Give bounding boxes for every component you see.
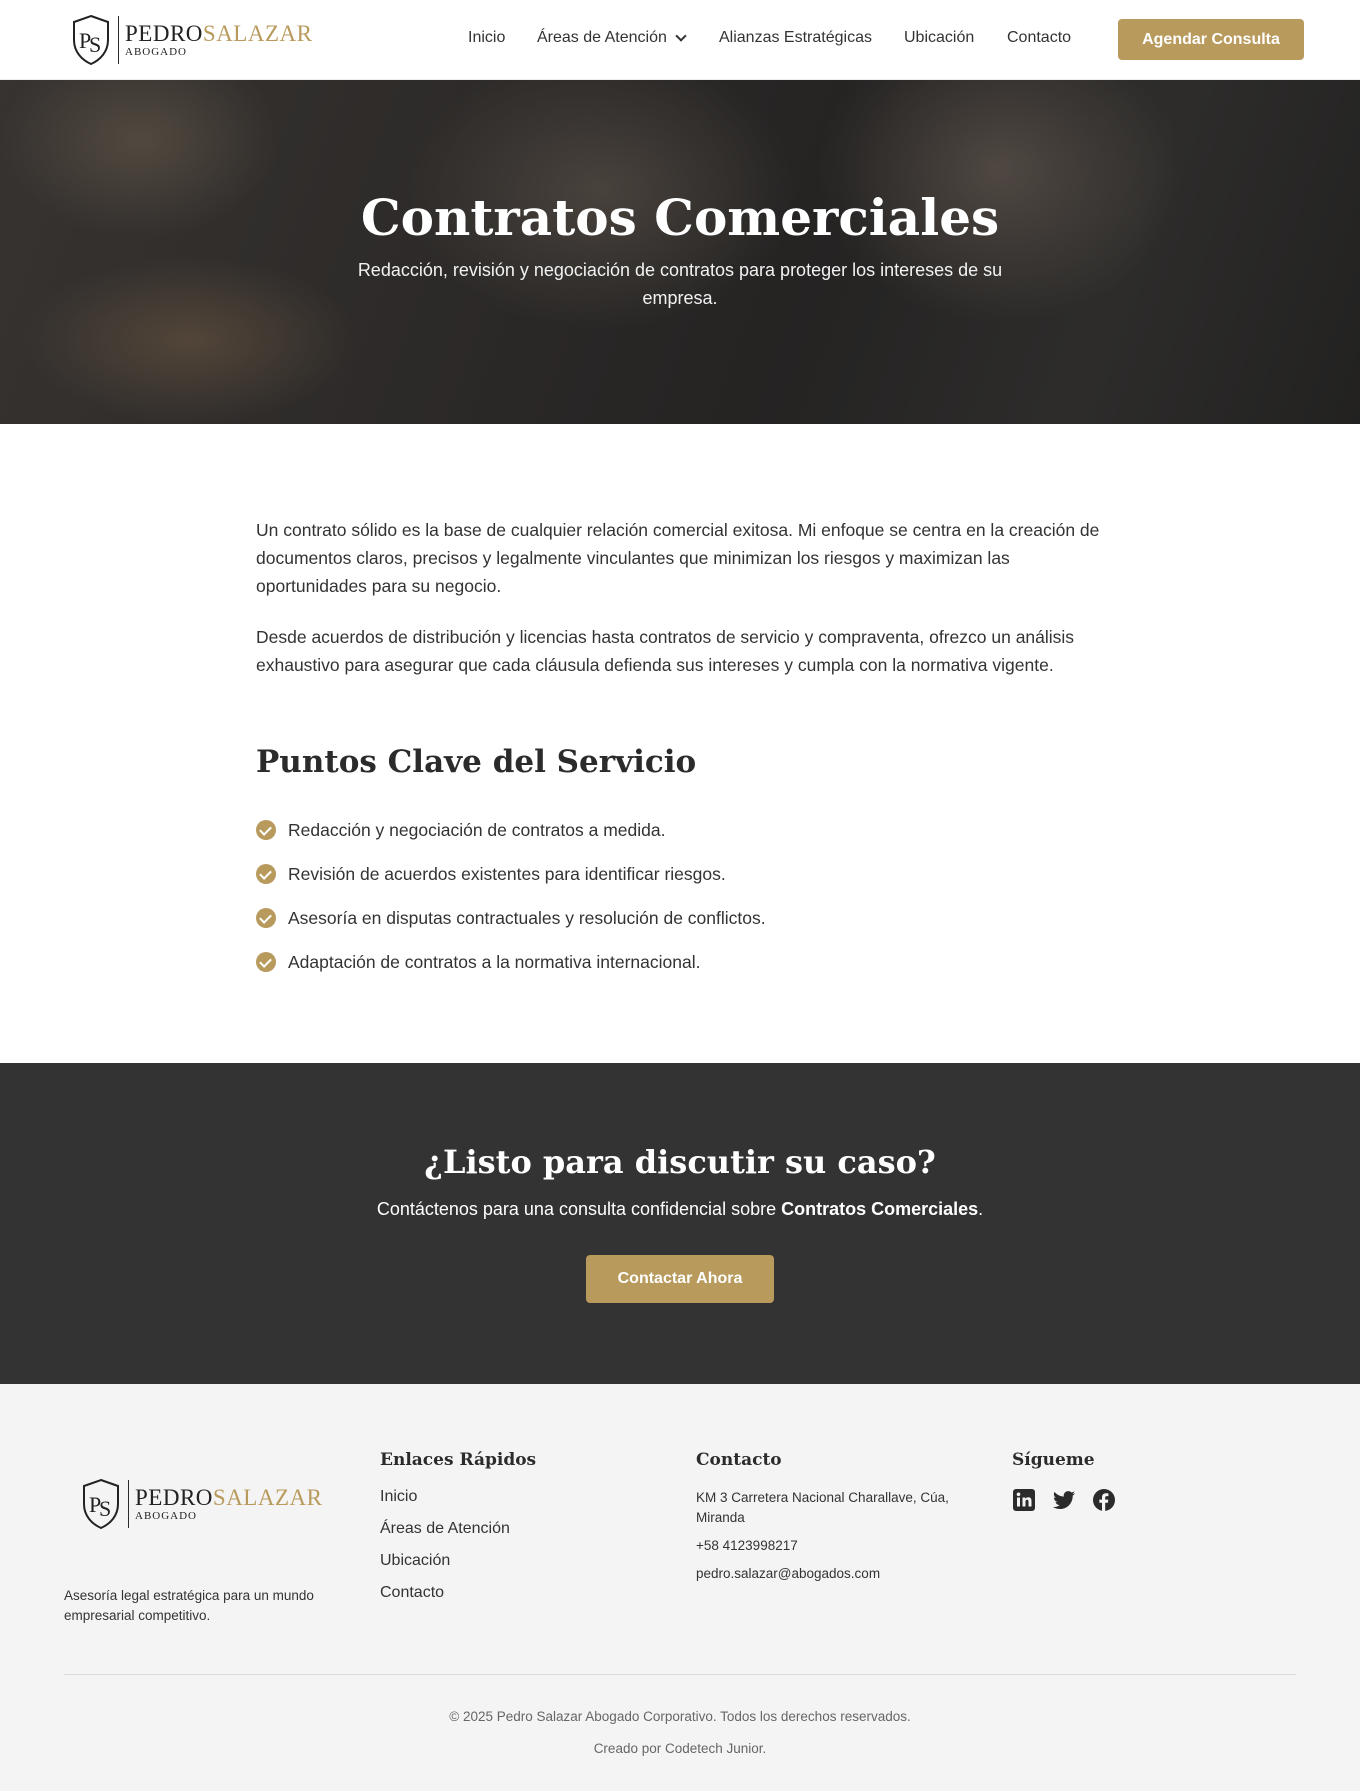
logo-divider [128, 1480, 129, 1528]
brand-subtitle: ABOGADO [125, 46, 187, 58]
nav-areas-dropdown[interactable]: Áreas de Atención [537, 29, 687, 47]
details-paragraph: Desde acuerdos de distribución y licenci… [256, 627, 1075, 675]
key-points-heading: Puntos Clave del Servicio [256, 744, 697, 780]
chevron-down-icon [675, 29, 687, 42]
footer-link-areas[interactable]: Áreas de Atención [380, 1520, 536, 1552]
svg-text:S: S [89, 32, 101, 57]
key-points-list: Redacción y negociación de contratos a m… [256, 808, 766, 984]
footer-divider [64, 1674, 1296, 1675]
twitter-icon[interactable] [1052, 1488, 1076, 1512]
hero-banner: Contratos Comerciales Redacción, revisió… [0, 80, 1360, 424]
footer-link-contacto[interactable]: Contacto [380, 1584, 536, 1616]
list-item: Revisión de acuerdos existentes para ide… [256, 852, 766, 896]
list-item: Redacción y negociación de contratos a m… [256, 808, 766, 852]
check-circle-icon [256, 864, 276, 884]
nav-contacto[interactable]: Contacto [1007, 29, 1071, 47]
svg-text:S: S [99, 1496, 111, 1521]
site-footer: P S PEDROSALAZAR ABOGADO Asesoría legal … [0, 1384, 1360, 1791]
list-item: Adaptación de contratos a la normativa i… [256, 940, 766, 984]
brand-last-name: SALAZAR [212, 1485, 323, 1510]
key-point-text: Redacción y negociación de contratos a m… [288, 819, 666, 840]
social-heading: Sígueme [1012, 1450, 1095, 1470]
contact-heading: Contacto [696, 1450, 782, 1470]
linkedin-icon[interactable] [1012, 1488, 1036, 1512]
nav-inicio[interactable]: Inicio [468, 29, 505, 47]
contact-address: KM 3 Carretera Nacional Charallave, Cúa,… [696, 1490, 949, 1525]
brand-logo[interactable]: P S PEDROSALAZAR ABOGADO [70, 14, 312, 66]
contact-phone[interactable]: +58 4123998217 [696, 1536, 976, 1556]
service-description: Un contrato sólido es la base de cualqui… [256, 516, 1106, 679]
key-point-text: Asesoría en disputas contractuales y res… [288, 907, 766, 928]
brand-name: PEDROSALAZAR [125, 22, 312, 45]
brand-first-name: PEDRO [125, 21, 203, 46]
nav-ubicacion[interactable]: Ubicación [904, 29, 974, 47]
schedule-consultation-button[interactable]: Agendar Consulta [1118, 19, 1304, 60]
check-circle-icon [256, 908, 276, 928]
check-circle-icon [256, 952, 276, 972]
cta-text-suffix: . [978, 1199, 984, 1219]
nav-alianzas[interactable]: Alianzas Estratégicas [719, 29, 872, 47]
brand-first-name: PEDRO [135, 1485, 213, 1510]
site-header: P S PEDROSALAZAR ABOGADO Inicio Áreas de… [0, 0, 1360, 80]
quick-links-column: Enlaces Rápidos Inicio Áreas de Atención… [380, 1450, 536, 1616]
nav-areas-label: Áreas de Atención [537, 29, 667, 46]
check-circle-icon [256, 820, 276, 840]
contact-now-button[interactable]: Contactar Ahora [586, 1255, 774, 1303]
page-title: Contratos Comerciales [360, 188, 1000, 247]
footer-link-ubicacion[interactable]: Ubicación [380, 1552, 536, 1584]
logo-divider [118, 16, 119, 64]
cta-heading: ¿Listo para discutir su caso? [424, 1143, 936, 1181]
brand-subtitle: ABOGADO [135, 1510, 197, 1522]
cta-text: Contáctenos para una consulta confidenci… [0, 1199, 1360, 1220]
facebook-icon[interactable] [1092, 1488, 1116, 1512]
cta-text-service: Contratos Comerciales [781, 1199, 979, 1219]
cta-text-prefix: Contáctenos para una consulta confidenci… [376, 1199, 782, 1219]
credits-text: Creado por Codetech Junior. [593, 1741, 767, 1756]
footer-tagline: Asesoría legal estratégica para un mundo… [64, 1588, 314, 1623]
intro-paragraph: Un contrato sólido es la base de cualqui… [256, 520, 1100, 596]
brand-last-name: SALAZAR [202, 21, 313, 46]
footer-link-inicio[interactable]: Inicio [380, 1488, 536, 1520]
ps-monogram-icon: P S [83, 1478, 119, 1530]
contact-email[interactable]: pedro.salazar@abogados.com [696, 1564, 976, 1584]
key-point-text: Adaptación de contratos a la normativa i… [288, 951, 701, 972]
key-point-text: Revisión de acuerdos existentes para ide… [288, 863, 726, 884]
quick-links-heading: Enlaces Rápidos [380, 1450, 537, 1470]
contact-column: Contacto KM 3 Carretera Nacional Charall… [696, 1450, 976, 1592]
ps-monogram-icon: P S [73, 14, 109, 66]
brand-name: PEDROSALAZAR [135, 1486, 322, 1509]
list-item: Asesoría en disputas contractuales y res… [256, 896, 766, 940]
cta-section: ¿Listo para discutir su caso? Contácteno… [0, 1063, 1360, 1384]
copyright-text: © 2025 Pedro Salazar Abogado Corporativo… [449, 1709, 911, 1724]
footer-logo[interactable]: P S PEDROSALAZAR ABOGADO [80, 1478, 322, 1530]
hero-subtitle: Redacción, revisión y negociación de con… [357, 260, 1003, 308]
social-column: Sígueme [1012, 1450, 1116, 1512]
